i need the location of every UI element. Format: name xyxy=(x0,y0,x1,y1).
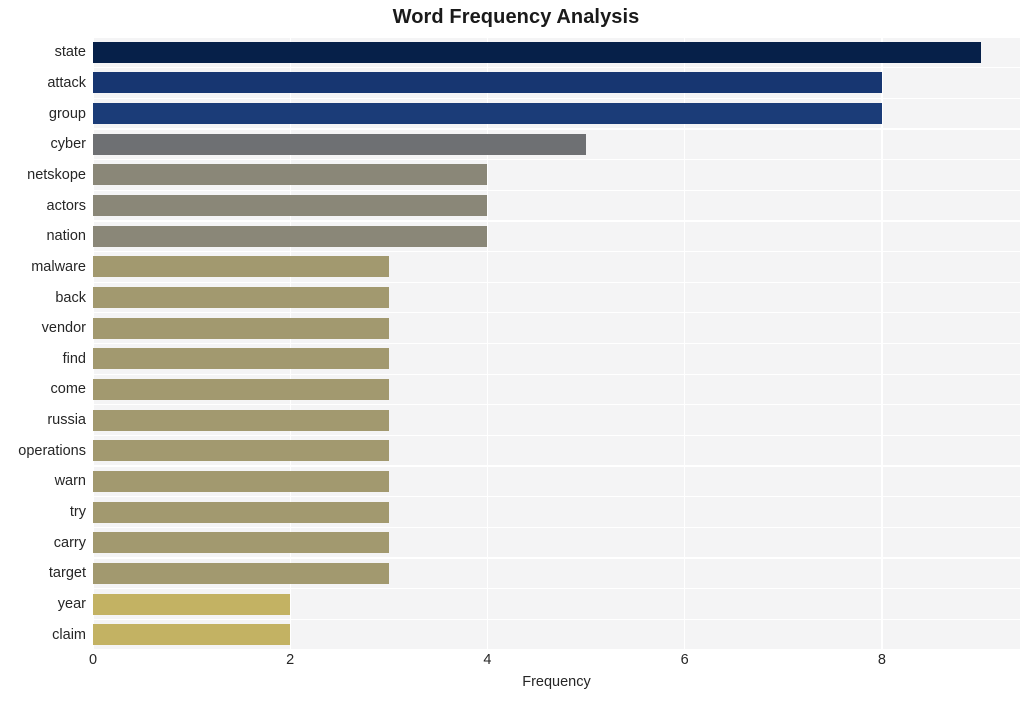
y-axis-tick-label: actors xyxy=(46,197,87,214)
x-axis-tick-label: 6 xyxy=(680,652,689,668)
x-axis-tick-label: 8 xyxy=(877,652,886,668)
plot-area xyxy=(93,37,1020,650)
bar xyxy=(93,378,389,400)
vertical-gridline xyxy=(684,37,686,650)
vertical-gridline xyxy=(93,37,94,650)
vertical-gridline xyxy=(486,37,489,650)
chart-title: Word Frequency Analysis xyxy=(392,6,640,28)
bar xyxy=(93,164,488,186)
bar xyxy=(93,317,389,339)
y-axis-tick-label: carry xyxy=(53,534,86,551)
bar xyxy=(93,409,389,431)
y-axis-tick-label: cyber xyxy=(50,136,86,153)
y-axis-tick-labels: state attack group cyber netskope actors natio… xyxy=(0,37,86,650)
chart-figure: Word Frequency Analysis state attack group… xyxy=(0,0,1032,701)
x-axis-tick-label: 2 xyxy=(286,652,295,668)
bar xyxy=(93,440,389,462)
y-axis-tick-label: operations xyxy=(18,442,86,459)
y-axis-tick-label: year xyxy=(57,596,86,613)
x-axis-tick-label: 4 xyxy=(483,652,492,668)
bar xyxy=(93,103,882,125)
y-axis-tick-label: malware xyxy=(31,258,86,275)
bar xyxy=(93,256,389,278)
bar xyxy=(93,593,291,615)
bar xyxy=(93,287,389,309)
y-axis-tick-label: vendor xyxy=(41,320,86,337)
bar xyxy=(93,470,389,492)
y-axis-tick-label: claim xyxy=(52,626,86,643)
bar xyxy=(93,501,389,523)
y-axis-tick-label: come xyxy=(50,381,86,398)
vertical-gridline xyxy=(289,37,291,650)
bar xyxy=(93,72,882,94)
y-axis-tick-label: russia xyxy=(47,412,86,429)
bar xyxy=(93,225,488,247)
bar xyxy=(93,195,488,217)
x-axis-label: Frequency xyxy=(522,674,591,690)
y-axis-tick-label: warn xyxy=(54,473,86,490)
y-axis-tick-label: try xyxy=(69,504,86,521)
bar xyxy=(93,133,587,155)
y-axis-tick-label: state xyxy=(54,44,86,61)
y-axis-tick-label: nation xyxy=(46,228,86,245)
vertical-gridline xyxy=(881,37,883,650)
bar xyxy=(93,624,291,646)
y-axis-tick-label: group xyxy=(48,105,86,122)
bar xyxy=(93,348,389,370)
y-axis-tick-label: back xyxy=(55,289,86,306)
bar xyxy=(93,562,389,584)
y-axis-tick-label: netskope xyxy=(27,166,86,183)
x-axis-tick-labels: 0 2 4 6 8 xyxy=(89,652,1020,674)
x-axis-tick-label: 0 xyxy=(88,652,98,668)
bar xyxy=(93,41,981,63)
y-axis-tick-label: attack xyxy=(47,74,86,91)
y-axis-tick-label: target xyxy=(48,565,86,582)
bar xyxy=(93,532,389,554)
y-axis-tick-label: find xyxy=(62,350,86,367)
